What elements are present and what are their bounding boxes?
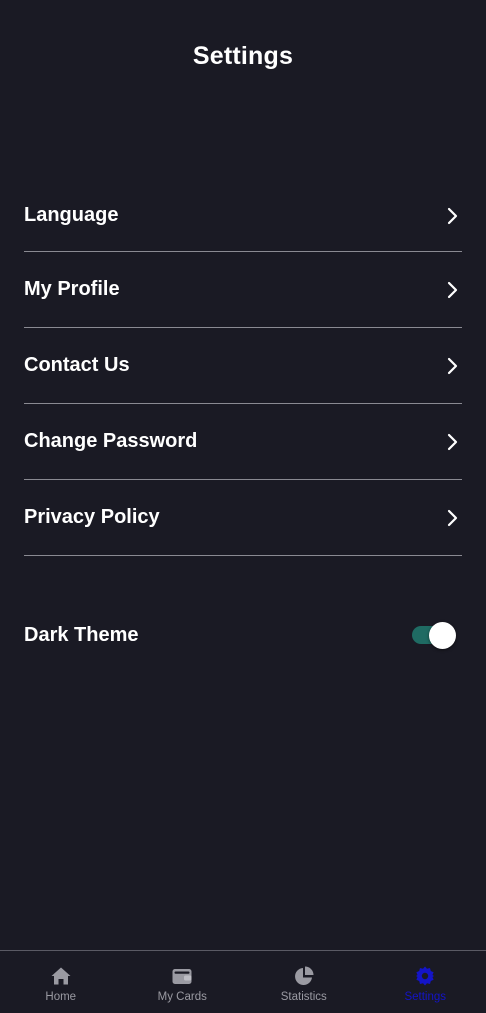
chevron-right-icon [446, 280, 460, 300]
toggle-knob [429, 622, 456, 649]
nav-label: Statistics [280, 991, 327, 1003]
menu-item-label: My Profile [24, 278, 120, 300]
bottom-navigation: Home My Cards Statistics Settings [0, 950, 486, 1013]
menu-item-contact-us[interactable]: Contact Us [24, 328, 462, 404]
nav-item-statistics[interactable]: Statistics [243, 951, 365, 1013]
nav-item-settings[interactable]: Settings [365, 951, 486, 1013]
page-title: Settings [192, 42, 294, 70]
pie-chart-icon [293, 965, 315, 987]
home-icon [50, 965, 72, 987]
chevron-right-icon [446, 206, 460, 226]
nav-item-home[interactable]: Home [0, 951, 122, 1013]
menu-item-label: Privacy Policy [24, 506, 160, 528]
menu-item-privacy-policy[interactable]: Privacy Policy [24, 480, 462, 556]
dark-theme-toggle[interactable] [412, 621, 458, 649]
nav-label: My Cards [157, 991, 207, 1003]
chevron-right-icon [446, 508, 460, 528]
chevron-right-icon [446, 432, 460, 452]
gear-icon [414, 965, 436, 987]
nav-item-my-cards[interactable]: My Cards [122, 951, 244, 1013]
settings-screen: Settings Language My Profile Contact Us … [0, 0, 486, 1013]
dark-theme-row: Dark Theme [24, 612, 462, 658]
menu-item-label: Contact Us [24, 354, 130, 376]
menu-item-change-password[interactable]: Change Password [24, 404, 462, 480]
menu-item-label: Change Password [24, 430, 198, 452]
settings-menu: Language My Profile Contact Us Change Pa… [24, 180, 462, 556]
wallet-icon [171, 965, 193, 987]
nav-label: Home [45, 991, 77, 1003]
chevron-right-icon [446, 356, 460, 376]
menu-item-my-profile[interactable]: My Profile [24, 252, 462, 328]
nav-label: Settings [404, 991, 447, 1003]
menu-item-language[interactable]: Language [24, 180, 462, 252]
dark-theme-label: Dark Theme [24, 623, 139, 646]
menu-item-label: Language [24, 204, 119, 226]
